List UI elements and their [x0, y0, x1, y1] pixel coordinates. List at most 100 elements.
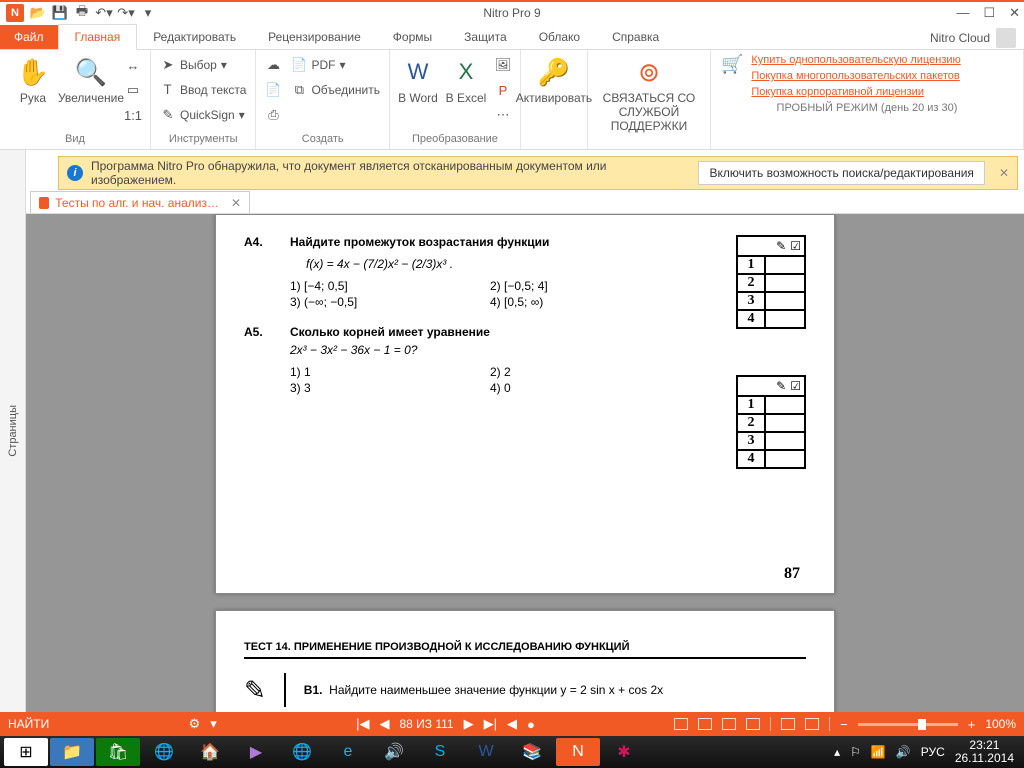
prev-page-button[interactable]: ◀	[379, 716, 389, 732]
type-text-button[interactable]: ᎢВвод текста	[157, 79, 249, 101]
select-button[interactable]: ➤Выбор▾	[157, 54, 249, 76]
to-other-button[interactable]: ⋯	[492, 104, 514, 126]
notice-close-icon[interactable]: ✕	[999, 166, 1009, 180]
buy-single-link[interactable]: Купить однопользовательскую лицензию	[751, 54, 960, 66]
qat-more-icon[interactable]: ▾	[140, 5, 156, 21]
combine-button[interactable]: ⧉Объединить	[288, 79, 383, 101]
store-icon[interactable]: 🛍	[96, 738, 140, 766]
zoom-slider[interactable]	[858, 723, 958, 726]
app-logo-icon: N	[6, 4, 24, 22]
last-page-button[interactable]: ▶|	[484, 716, 497, 732]
buy-corp-link[interactable]: Покупка корпоративной лицензии	[751, 86, 960, 98]
tray-clock[interactable]: 23:21 26.11.2014	[955, 739, 1014, 765]
activate-button[interactable]: 🔑Активировать	[527, 54, 581, 105]
to-word-button[interactable]: WВ Word	[396, 54, 440, 105]
file-icon: 📄	[265, 82, 281, 98]
to-ppt-button[interactable]: P	[492, 79, 514, 101]
print-icon[interactable]: 🖶	[74, 5, 90, 21]
open-icon[interactable]: 📂	[30, 5, 46, 21]
tray-flag-icon[interactable]: ⚐	[850, 745, 861, 759]
word-icon: W	[402, 56, 434, 88]
actual-size-button[interactable]: 1:1	[122, 104, 144, 126]
enable-ocr-button[interactable]: Включить возможность поиска/редактирован…	[698, 161, 984, 185]
support-button[interactable]: ⊚СВЯЗАТЬСЯ СО СЛУЖБОЙ ПОДДЕРЖКИ	[594, 54, 704, 133]
tab-home[interactable]: Главная	[58, 24, 138, 50]
gear-icon[interactable]: ⚙	[189, 716, 201, 732]
from-cloud-button[interactable]: ☁	[262, 54, 284, 76]
fit-page-button[interactable]: ▭	[122, 79, 144, 101]
cart-icon: 🛒	[721, 54, 743, 102]
media-icon[interactable]: ▶	[234, 738, 278, 766]
fit-width-button[interactable]: ↔	[122, 54, 144, 76]
document-tab[interactable]: Тесты по алг. и нач. анализа к Ко... ✕	[30, 191, 250, 213]
zoom-value[interactable]: 100%	[985, 717, 1016, 731]
undo-icon[interactable]: ↶▾	[96, 5, 112, 21]
next-page-button[interactable]: ▶	[464, 716, 474, 732]
view-rotate-icon[interactable]	[805, 718, 819, 730]
minimize-button[interactable]: —	[956, 5, 969, 21]
tray-network-icon[interactable]: 📶	[871, 745, 886, 759]
tab-forms[interactable]: Формы	[377, 25, 448, 49]
tab-edit[interactable]: Редактировать	[137, 25, 252, 49]
zoom-icon: 🔍	[75, 56, 107, 88]
view-cont-icon[interactable]	[698, 718, 712, 730]
sound-icon[interactable]: 🔊	[372, 738, 416, 766]
save-icon[interactable]: 💾	[52, 5, 68, 21]
browser-icon[interactable]: 🌐	[142, 738, 186, 766]
windows-taskbar: ⊞ 📁 🛍 🌐 🏠 ▶ 🌐 e 🔊 S W 📚 N ✱ ▴ ⚐ 📶 🔊 РУС …	[0, 736, 1024, 768]
tray-up-icon[interactable]: ▴	[834, 745, 840, 759]
find-label[interactable]: НАЙТИ	[8, 717, 49, 731]
tab-cloud[interactable]: Облако	[523, 25, 596, 49]
to-image-button[interactable]: 🖼	[492, 54, 514, 76]
ie-icon[interactable]: e	[326, 738, 370, 766]
maximize-button[interactable]: ☐	[983, 5, 995, 21]
from-scanner-button[interactable]: ⎙	[262, 104, 284, 126]
close-button[interactable]: ✕	[1009, 5, 1020, 21]
nitro-taskbar-icon[interactable]: N	[556, 738, 600, 766]
home-icon[interactable]: 🏠	[188, 738, 232, 766]
pencil-icon: ✎	[776, 379, 786, 393]
buy-multi-link[interactable]: Покупка многопользовательских пакетов	[751, 70, 960, 82]
first-page-button[interactable]: |◀	[356, 716, 369, 732]
tab-review[interactable]: Рецензирование	[252, 25, 377, 49]
tab-protect[interactable]: Защита	[448, 25, 523, 49]
quicksign-button[interactable]: ✎QuickSign▾	[157, 104, 249, 126]
zoom-out-button[interactable]: −	[840, 717, 848, 732]
pdf-button[interactable]: 📄PDF▾	[288, 54, 383, 76]
notice-text: Программа Nitro Pro обнаружила, что доку…	[91, 159, 690, 187]
tray-lang[interactable]: РУС	[921, 745, 945, 759]
side-panel-tab[interactable]: Страницы	[0, 150, 26, 712]
tray-volume-icon[interactable]: 🔊	[896, 745, 911, 759]
forward-button[interactable]: ●	[527, 717, 535, 732]
hand-tool[interactable]: ✋Рука	[6, 54, 60, 105]
view-facing-icon[interactable]	[722, 718, 736, 730]
view-contfacing-icon[interactable]	[746, 718, 760, 730]
view-full-icon[interactable]	[781, 718, 795, 730]
view-single-icon[interactable]	[674, 718, 688, 730]
file-tab[interactable]: Файл	[0, 25, 58, 49]
dropdown-icon[interactable]: ▾	[210, 716, 217, 732]
winrar-icon[interactable]: 📚	[510, 738, 554, 766]
back-button[interactable]: ◀	[507, 716, 517, 732]
start-button[interactable]: ⊞	[4, 738, 48, 766]
window-title: Nitro Pro 9	[483, 6, 540, 20]
word-taskbar-icon[interactable]: W	[464, 738, 508, 766]
app-icon[interactable]: ✱	[602, 738, 646, 766]
tab-close-icon[interactable]: ✕	[231, 196, 241, 210]
redo-icon[interactable]: ↷▾	[118, 5, 134, 21]
chrome-icon[interactable]: 🌐	[280, 738, 324, 766]
page-indicator[interactable]: 88 ИЗ 111	[399, 717, 453, 731]
from-file-button[interactable]: 📄	[262, 79, 284, 101]
ribbon-tabs: Файл Главная Редактировать Рецензировани…	[0, 24, 1024, 50]
explorer-icon[interactable]: 📁	[50, 738, 94, 766]
page-viewport[interactable]: ✎☑ 1 2 3 4 A4.Найдите промежуток возраст…	[26, 214, 1024, 712]
to-excel-button[interactable]: XВ Excel	[444, 54, 488, 105]
group-tools: ➤Выбор▾ ᎢВвод текста ✎QuickSign▾ Инструм…	[151, 50, 256, 149]
skype-icon[interactable]: S	[418, 738, 462, 766]
tab-help[interactable]: Справка	[596, 25, 675, 49]
zoom-tool[interactable]: 🔍Увеличение	[64, 54, 118, 105]
zoom-in-button[interactable]: +	[968, 717, 976, 732]
nitro-cloud[interactable]: Nitro Cloud	[930, 28, 1016, 48]
answer-grid-a4: ✎☑ 1 2 3 4	[736, 235, 806, 329]
window-buttons: — ☐ ✕	[956, 5, 1020, 21]
